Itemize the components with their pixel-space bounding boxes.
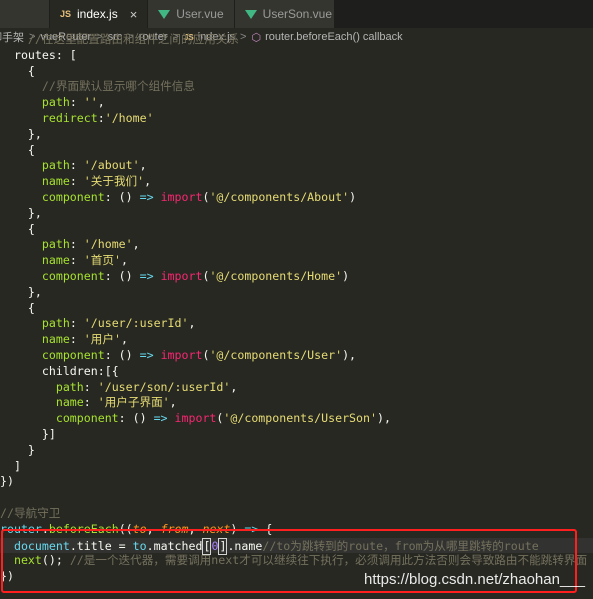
tab-label: User.vue (176, 7, 224, 21)
code-line: { (0, 143, 593, 159)
code-string: '用户子界面' (97, 395, 170, 410)
code-key: component (55, 411, 119, 426)
code-key: path (41, 316, 70, 331)
code-keyword: import (174, 411, 217, 426)
code-key: name (55, 395, 84, 410)
tab-label: index.js (77, 7, 118, 21)
code-line: name: '用户子界面', (55, 395, 177, 410)
code-text: }, (27, 126, 42, 141)
code-line: component: () => import('@/components/Us… (41, 347, 357, 362)
code-line: }, (0, 285, 593, 301)
code-comment: //界面默认显示哪个组件信息 (41, 79, 195, 94)
code-key: path (41, 95, 70, 110)
code-line: path: '/user/:userId', (41, 316, 196, 331)
code-string: '/user/:userId' (83, 316, 189, 331)
code-string: '@/components/UserSon' (223, 411, 377, 426)
tab-user-vue[interactable]: User.vue (148, 0, 235, 28)
code-line: routes: [ (0, 48, 593, 64)
code-string: '/user/son/:userId' (97, 379, 231, 394)
code-string: '@/components/About' (209, 189, 350, 204)
code-comment: //导航守卫 (0, 505, 61, 520)
code-string: '首页' (83, 253, 121, 268)
code-line: path: '/home', (41, 237, 140, 252)
tab-previous[interactable] (0, 0, 50, 28)
code-key: path (55, 379, 84, 394)
code-line: //界面默认显示哪个组件信息 (0, 79, 593, 95)
code-text: routes: [ (13, 47, 77, 62)
code-text: }) (0, 474, 14, 489)
vue-file-icon (244, 9, 257, 19)
code-text: { (27, 221, 35, 236)
tab-index-js[interactable]: JS index.js × (50, 0, 149, 28)
code-text: }, (27, 284, 42, 299)
code-line: path: '/user/son/:userId', (55, 379, 238, 394)
tab-label: UserSon.vue (262, 7, 333, 21)
js-file-icon: JS (60, 9, 72, 19)
code-key: name (41, 253, 70, 268)
code-key: component (41, 347, 105, 362)
code-string: '' (83, 95, 98, 110)
code-line: path: '', (41, 95, 105, 110)
code-text: { (27, 142, 35, 157)
editor-tab-bar: JS index.js × User.vue UserSon.vue (0, 0, 593, 28)
code-string: '/home' (83, 237, 133, 252)
code-string: '/home' (104, 110, 154, 125)
tab-userson-vue[interactable]: UserSon.vue (234, 0, 335, 28)
code-editor[interactable]: //在这里配置路由和组件之间的应用关系 routes: [ { //界面默认显示… (0, 32, 593, 585)
code-keyword: import (160, 268, 203, 283)
code-line: name: '关于我们', (41, 174, 152, 189)
code-text: { (27, 63, 35, 78)
code-line: path: '/about', (41, 158, 147, 173)
code-key: name (41, 174, 70, 189)
code-key: path (41, 158, 70, 173)
code-line: name: '首页', (41, 253, 128, 268)
code-line: //导航守卫 (0, 506, 593, 522)
code-key: redirect (41, 110, 98, 125)
code-line: }, (0, 206, 593, 222)
code-line: //在这里配置路由和组件之间的应用关系 (0, 32, 593, 48)
code-text: } (27, 442, 35, 457)
code-key: name (41, 332, 70, 347)
code-line: { (0, 301, 593, 317)
code-line: }) (0, 474, 593, 490)
code-key: component (41, 189, 105, 204)
code-text: children:[{ (41, 363, 119, 378)
code-key: component (41, 268, 105, 283)
code-string: '/about' (83, 158, 140, 173)
code-comment: //在这里配置路由和组件之间的应用关系 (27, 32, 239, 46)
close-icon[interactable]: × (130, 7, 138, 22)
code-line: { (0, 222, 593, 238)
code-string: '@/components/User' (209, 347, 343, 362)
code-key: path (41, 237, 70, 252)
code-line: ] (0, 459, 593, 475)
code-line: redirect:'/home' (41, 110, 154, 125)
watermark: https://blog.csdn.net/zhaohan___ (363, 571, 585, 588)
code-keyword: import (160, 189, 203, 204)
code-line: }] (0, 427, 593, 443)
code-line: } (0, 443, 593, 459)
code-line: component: () => import('@/components/Ho… (41, 268, 350, 283)
vue-file-icon (158, 9, 171, 19)
code-line: name: '用户', (41, 332, 128, 347)
code-text: ] (13, 458, 21, 473)
code-text: { (27, 300, 35, 315)
code-keyword: import (160, 347, 203, 362)
code-string: '@/components/Home' (209, 268, 343, 283)
code-line: children:[{ (0, 364, 593, 380)
code-line: }, (0, 127, 593, 143)
code-line: { (0, 64, 593, 80)
code-text: }, (27, 205, 42, 220)
code-line: component: () => import('@/components/Ab… (41, 189, 357, 204)
code-line: component: () => import('@/components/Us… (55, 411, 391, 426)
code-text: }] (41, 426, 56, 441)
code-string: '关于我们' (83, 174, 145, 189)
code-string: '用户' (83, 332, 121, 347)
